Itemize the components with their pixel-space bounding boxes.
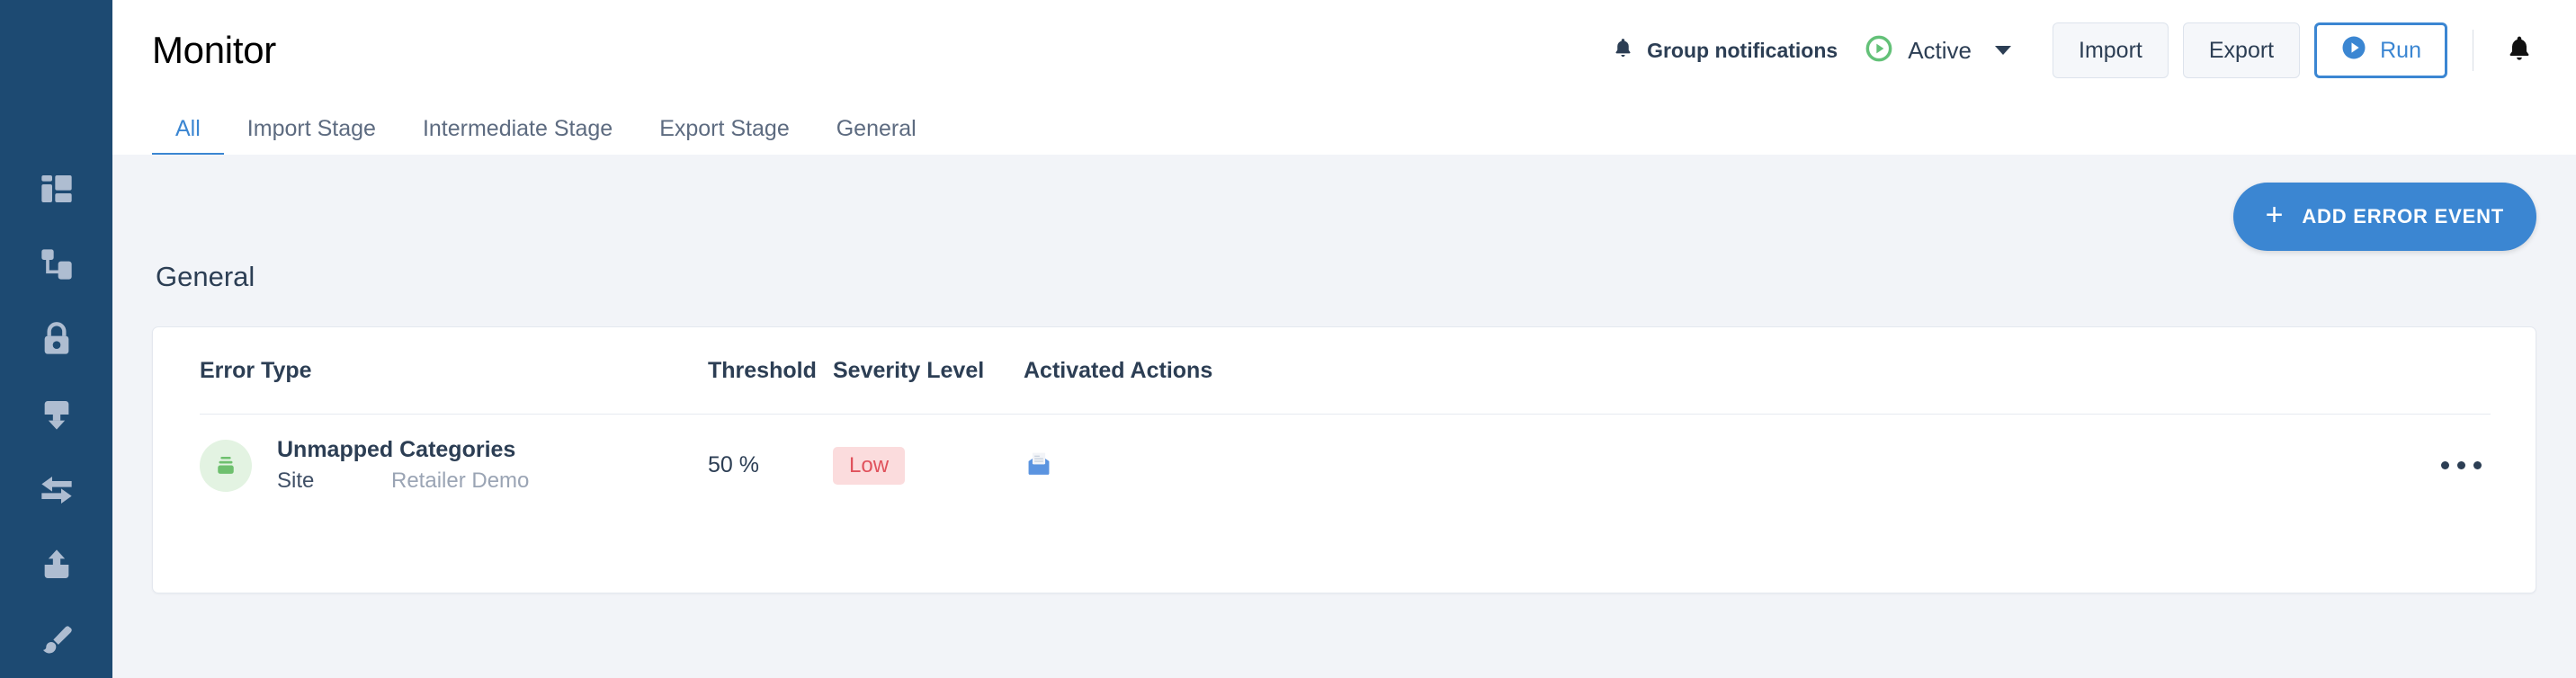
tab-export-stage[interactable]: Export Stage bbox=[636, 116, 813, 155]
page-title: Monitor bbox=[152, 29, 276, 71]
error-events-table: Error Type Threshold Severity Level Acti… bbox=[153, 327, 2536, 516]
kebab-dot bbox=[2473, 461, 2482, 469]
play-circle-icon bbox=[2340, 34, 2367, 67]
cell-row-menu bbox=[2432, 452, 2491, 478]
column-header-severity-level: Severity Level bbox=[833, 357, 985, 383]
cell-activated-actions bbox=[1024, 448, 2432, 483]
import-icon bbox=[39, 397, 75, 433]
sidebar-item-security[interactable] bbox=[0, 301, 112, 377]
tab-general[interactable]: General bbox=[813, 116, 940, 155]
tabs: All Import Stage Intermediate Stage Expo… bbox=[152, 101, 940, 157]
cell-error-type: Unmapped Categories Site Retailer Demo bbox=[200, 437, 708, 494]
tab-intermediate-stage[interactable]: Intermediate Stage bbox=[399, 116, 636, 155]
sidebar-item-hierarchy[interactable] bbox=[0, 227, 112, 302]
archive-box-icon bbox=[200, 439, 252, 492]
sidebar bbox=[0, 0, 112, 678]
sync-icon bbox=[39, 472, 75, 508]
column-header-threshold: Threshold bbox=[708, 357, 817, 383]
error-type-subline: Site Retailer Demo bbox=[277, 468, 529, 494]
bell-icon bbox=[1612, 36, 1634, 66]
hierarchy-icon bbox=[39, 246, 75, 282]
content-area: + ADD ERROR EVENT General Error Type Thr… bbox=[112, 155, 2576, 678]
bell-icon bbox=[2505, 33, 2534, 68]
sidebar-item-import[interactable] bbox=[0, 377, 112, 452]
error-type-sub-value: Retailer Demo bbox=[391, 468, 530, 493]
export-button[interactable]: Export bbox=[2182, 22, 2301, 78]
group-notifications[interactable]: Group notifications bbox=[1612, 36, 1838, 66]
notifications-button[interactable] bbox=[2497, 28, 2542, 73]
lock-icon bbox=[39, 321, 75, 357]
email-icon[interactable] bbox=[1024, 452, 1054, 482]
status-dropdown[interactable]: Active bbox=[1865, 34, 2011, 67]
dashboard-icon bbox=[39, 171, 75, 207]
kebab-dot bbox=[2441, 461, 2449, 469]
column-header-error-type: Error Type bbox=[200, 357, 312, 383]
sidebar-item-export[interactable] bbox=[0, 528, 112, 603]
column-header-activated-actions: Activated Actions bbox=[1024, 357, 1213, 383]
kebab-dot bbox=[2457, 461, 2465, 469]
run-button[interactable]: Run bbox=[2314, 22, 2447, 78]
run-button-label: Run bbox=[2380, 37, 2421, 63]
error-events-card: Error Type Threshold Severity Level Acti… bbox=[152, 326, 2536, 593]
status-label: Active bbox=[1908, 36, 1972, 64]
error-type-text: Unmapped Categories Site Retailer Demo bbox=[277, 437, 529, 494]
tabs-bar: All Import Stage Intermediate Stage Expo… bbox=[112, 101, 2576, 157]
main-area: Monitor Group notifications Active Impor… bbox=[112, 0, 2576, 678]
sidebar-item-design[interactable] bbox=[0, 602, 112, 678]
chevron-down-icon bbox=[1995, 46, 2011, 55]
add-error-event-label: ADD ERROR EVENT bbox=[2302, 205, 2504, 227]
app-root: Monitor Group notifications Active Impor… bbox=[0, 0, 2576, 678]
add-error-event-button[interactable]: + ADD ERROR EVENT bbox=[2232, 183, 2536, 251]
status-badge: Low bbox=[833, 446, 906, 485]
tab-import-stage[interactable]: Import Stage bbox=[224, 116, 399, 155]
table-row[interactable]: Unmapped Categories Site Retailer Demo 5… bbox=[153, 415, 2536, 516]
section-title: General bbox=[156, 261, 255, 292]
import-button[interactable]: Import bbox=[2053, 22, 2169, 78]
play-circle-icon bbox=[1865, 34, 1893, 67]
cell-threshold: 50 % bbox=[708, 452, 759, 477]
table-header-row: Error Type Threshold Severity Level Acti… bbox=[153, 327, 2536, 414]
error-type-name: Unmapped Categories bbox=[277, 437, 516, 462]
top-bar-actions: Group notifications Active Import Export bbox=[1612, 22, 2542, 78]
error-type-sub-key: Site bbox=[277, 468, 315, 493]
sidebar-item-dashboard[interactable] bbox=[0, 151, 112, 227]
plus-icon: + bbox=[2265, 198, 2285, 232]
export-icon bbox=[39, 547, 75, 583]
kebab-menu-icon[interactable] bbox=[2432, 452, 2491, 478]
group-notifications-label: Group notifications bbox=[1647, 38, 1838, 62]
cell-severity-level: Low bbox=[833, 446, 1024, 485]
tab-all[interactable]: All bbox=[152, 116, 224, 157]
brush-icon bbox=[39, 622, 75, 658]
top-bar: Monitor Group notifications Active Impor… bbox=[112, 0, 2576, 101]
sidebar-item-transfer[interactable] bbox=[0, 452, 112, 528]
